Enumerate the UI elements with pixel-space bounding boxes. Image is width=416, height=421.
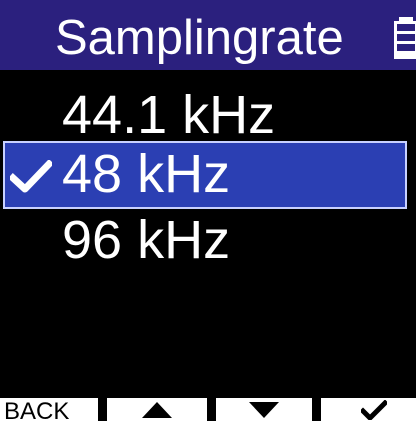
up-button[interactable] (107, 398, 207, 421)
option-label: 48 kHz (62, 144, 231, 204)
option-96-khz[interactable]: 96 kHz (0, 207, 416, 275)
softkey-bar: BACK (0, 398, 416, 421)
option-label: 44.1 kHz (62, 85, 276, 145)
option-48-khz[interactable]: 48 kHz (3, 141, 407, 209)
up-arrow-icon (142, 402, 172, 418)
back-button-label: BACK (4, 398, 70, 421)
back-button[interactable]: BACK (0, 398, 98, 421)
checkmark-icon (361, 400, 387, 420)
confirm-button[interactable] (321, 398, 416, 421)
option-44-1-khz[interactable]: 44.1 kHz (0, 82, 416, 150)
down-button[interactable] (216, 398, 312, 421)
title-bar: Samplingrate (0, 0, 416, 70)
checkmark-icon (10, 160, 52, 193)
option-label: 96 kHz (62, 210, 231, 270)
down-arrow-icon (249, 402, 279, 418)
page-title: Samplingrate (55, 11, 344, 65)
battery-icon (394, 17, 416, 59)
